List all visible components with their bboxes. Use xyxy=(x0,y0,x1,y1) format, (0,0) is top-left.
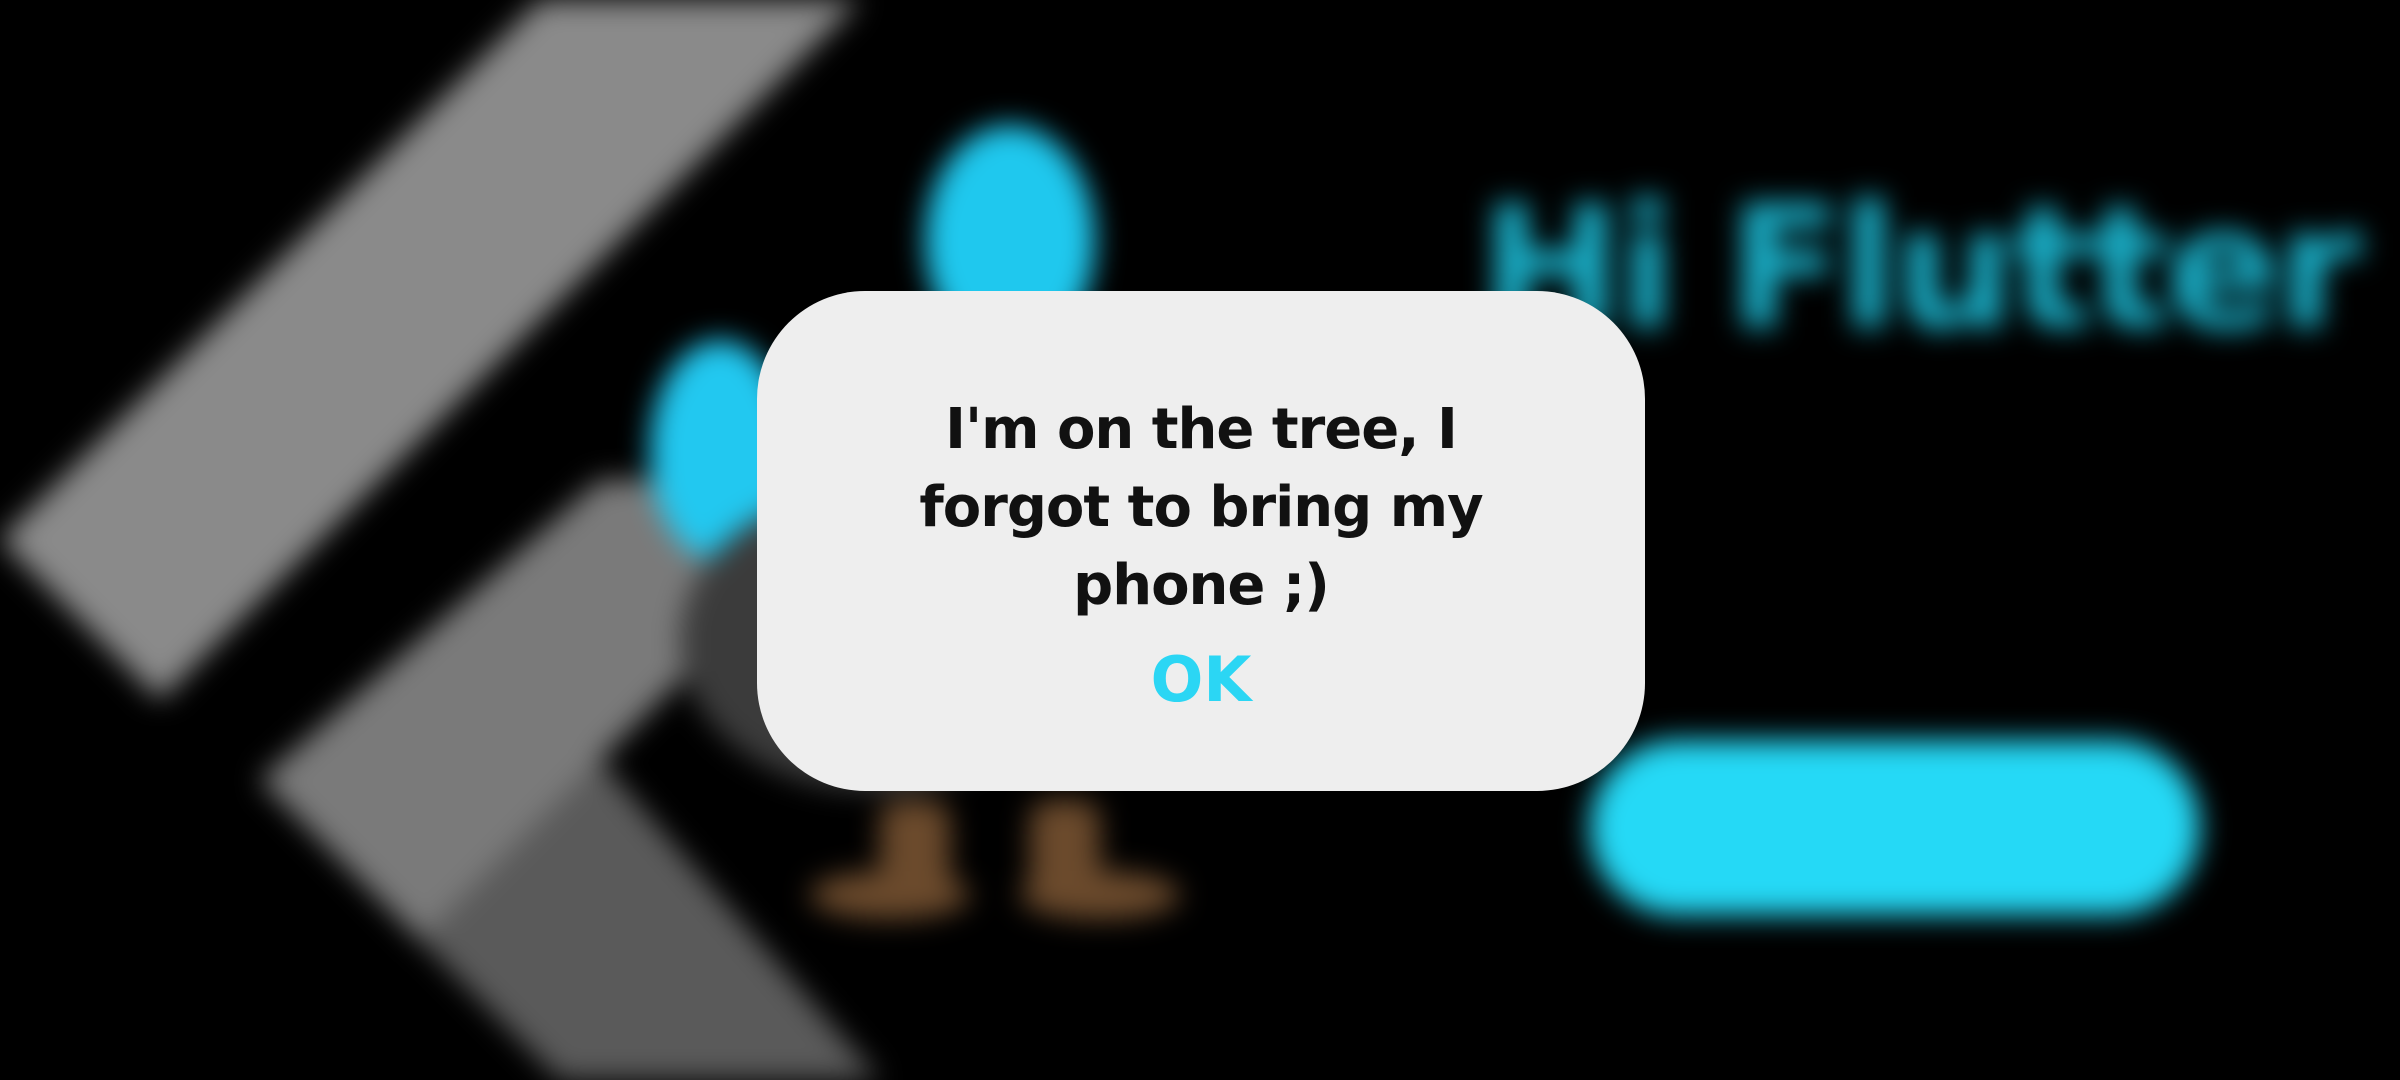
alert-dialog: I'm on the tree, I forgot to bring my ph… xyxy=(757,291,1645,791)
background-action-button xyxy=(1590,740,2200,915)
dialog-message: I'm on the tree, I forgot to bring my ph… xyxy=(919,397,1483,618)
app-screen: Hi Flutter I'm on the tree, I forgot to … xyxy=(0,0,2400,1080)
ok-button[interactable]: OK xyxy=(1091,629,1311,729)
